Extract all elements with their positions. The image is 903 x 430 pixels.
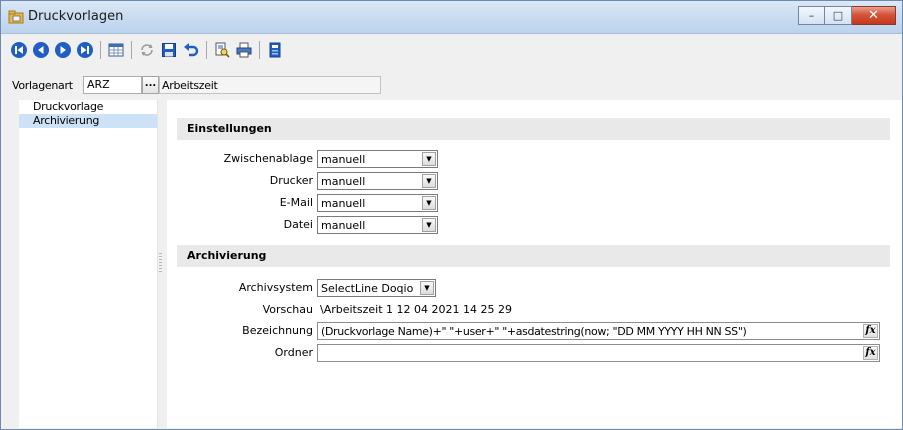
- drucker-value: manuell: [321, 175, 366, 188]
- refresh-icon: [141, 44, 153, 56]
- maximize-icon: □: [832, 9, 844, 22]
- navigation-tree: Druckvorlage Archivierung: [19, 100, 158, 428]
- folder-printer-icon: [8, 10, 24, 24]
- printer-icon: [236, 42, 252, 58]
- print-preview-button[interactable]: [212, 40, 232, 60]
- tree-item-druckvorlage[interactable]: Druckvorlage: [19, 100, 157, 114]
- archivsystem-select[interactable]: SelectLine Doqio ▼: [317, 279, 436, 297]
- title-bar: Druckvorlagen – □ ✕: [1, 1, 902, 34]
- table-view-icon: [108, 43, 124, 57]
- bookmark-button[interactable]: [265, 40, 285, 60]
- previous-record-button[interactable]: [31, 40, 51, 60]
- vorschau-value: \Arbeitszeit 1 12 04 2021 14 25 29: [320, 303, 512, 316]
- table-view-button[interactable]: [106, 40, 126, 60]
- druckvorlagen-window: Druckvorlagen – □ ✕ Vorlagenart ARZ ... …: [0, 0, 903, 430]
- window-title: Druckvorlagen: [28, 9, 124, 24]
- first-icon: [11, 42, 27, 58]
- vorlagenart-row: Vorlagenart ARZ ... Arbeitszeit: [1, 76, 902, 94]
- section-archivierung-title: Archivierung: [187, 249, 267, 262]
- bezeichnung-field[interactable]: (Druckvorlage Name)+" "+user+" "+asdates…: [317, 322, 880, 340]
- chevron-down-icon[interactable]: ▼: [422, 174, 436, 188]
- undo-icon: [184, 43, 199, 57]
- tree-item-archivierung[interactable]: Archivierung: [19, 114, 157, 128]
- last-record-button[interactable]: [75, 40, 95, 60]
- zwischenablage-label: Zwischenablage: [223, 152, 313, 165]
- datei-label: Datei: [283, 218, 313, 231]
- toolbar: [9, 39, 287, 61]
- next-icon: [55, 42, 71, 58]
- email-label: E-Mail: [279, 196, 313, 209]
- drucker-select[interactable]: manuell ▼: [317, 172, 438, 190]
- email-value: manuell: [321, 197, 366, 210]
- toolbar-separator: [131, 41, 132, 59]
- refresh-button[interactable]: [137, 40, 157, 60]
- next-record-button[interactable]: [53, 40, 73, 60]
- chevron-down-icon[interactable]: ▼: [422, 152, 436, 166]
- drucker-label: Drucker: [269, 174, 313, 187]
- vorlagenart-label: Vorlagenart: [12, 79, 73, 92]
- settings-panel: Einstellungen Zwischenablage manuell ▼ D…: [167, 100, 902, 428]
- ordner-field[interactable]: fx: [317, 344, 880, 362]
- archivsystem-label: Archivsystem: [238, 281, 313, 294]
- maximize-button[interactable]: □: [825, 6, 852, 25]
- vorschau-label: Vorschau: [262, 303, 313, 316]
- print-preview-icon: [215, 42, 230, 58]
- previous-icon: [33, 42, 49, 58]
- close-button[interactable]: ✕: [852, 6, 896, 25]
- splitter-handle[interactable]: [159, 253, 162, 273]
- formula-fx-icon[interactable]: fx: [863, 346, 878, 360]
- email-select[interactable]: manuell ▼: [317, 194, 438, 212]
- section-archivierung: Archivierung: [177, 245, 890, 267]
- section-einstellungen: Einstellungen: [177, 118, 890, 140]
- print-button[interactable]: [234, 40, 254, 60]
- vorlagenart-lookup-button[interactable]: ...: [142, 76, 159, 94]
- chevron-down-icon[interactable]: ▼: [422, 196, 436, 210]
- section-einstellungen-title: Einstellungen: [187, 122, 272, 135]
- datei-select[interactable]: manuell ▼: [317, 216, 438, 234]
- save-icon: [162, 43, 176, 57]
- bookmark-icon: [269, 42, 281, 58]
- zwischenablage-value: manuell: [321, 153, 366, 166]
- last-icon: [77, 42, 93, 58]
- toolbar-separator: [259, 41, 260, 59]
- undo-button[interactable]: [181, 40, 201, 60]
- bezeichnung-value: (Druckvorlage Name)+" "+user+" "+asdates…: [321, 325, 747, 338]
- toolbar-separator: [206, 41, 207, 59]
- ordner-label: Ordner: [274, 346, 313, 359]
- chevron-down-icon[interactable]: ▼: [422, 218, 436, 232]
- close-icon: ✕: [868, 8, 879, 23]
- chevron-down-icon[interactable]: ▼: [420, 281, 434, 295]
- toolbar-separator: [100, 41, 101, 59]
- zwischenablage-select[interactable]: manuell ▼: [317, 150, 438, 168]
- bezeichnung-label: Bezeichnung: [242, 324, 313, 337]
- vorlagenart-description: Arbeitszeit: [159, 76, 381, 94]
- minimize-icon: –: [808, 9, 815, 22]
- window-controls: – □ ✕: [798, 6, 896, 25]
- vorlagenart-input[interactable]: ARZ: [83, 76, 142, 94]
- first-record-button[interactable]: [9, 40, 29, 60]
- formula-fx-icon[interactable]: fx: [863, 324, 878, 338]
- archivsystem-value: SelectLine Doqio: [321, 282, 414, 295]
- datei-value: manuell: [321, 219, 366, 232]
- minimize-button[interactable]: –: [798, 6, 825, 25]
- save-button[interactable]: [159, 40, 179, 60]
